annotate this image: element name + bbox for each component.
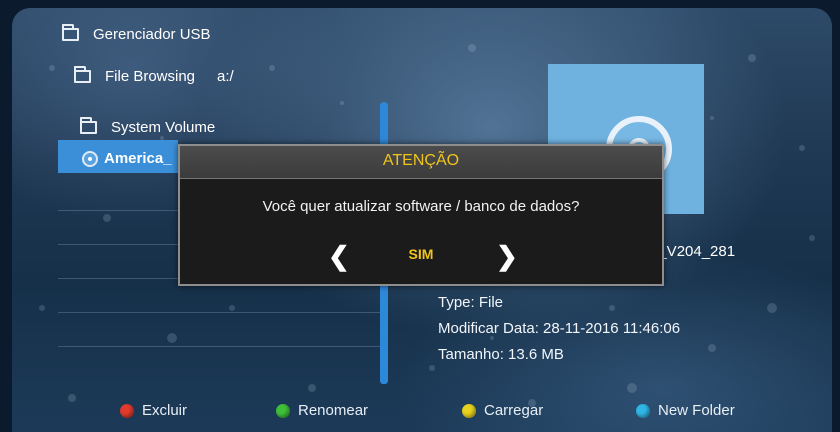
footer-key-new-folder[interactable]: New Folder — [636, 402, 735, 419]
folder-icon — [62, 24, 79, 41]
file-browsing-label: File Browsing — [105, 68, 196, 85]
dialog-title: ATENÇÃO — [180, 146, 662, 179]
disc-icon — [82, 150, 98, 167]
list-item-america[interactable]: America_ — [82, 150, 172, 167]
green-key-icon — [276, 403, 290, 418]
page-title: Gerenciador USB — [93, 26, 211, 43]
folder-icon — [74, 66, 91, 83]
footer-key-renomear[interactable]: Renomear — [276, 402, 368, 419]
option-value[interactable]: SIM — [180, 246, 662, 262]
footer-key-excluir[interactable]: Excluir — [120, 402, 187, 419]
list-divider — [58, 312, 380, 313]
file-modified-date: Modificar Data: 28-11-2016 11:46:06 — [438, 320, 681, 337]
list-item-system-volume[interactable]: System Volume — [80, 117, 216, 136]
list-item-label: System Volume — [111, 119, 216, 136]
footer-key-label: Excluir — [142, 402, 188, 419]
current-path: a:/ — [217, 68, 234, 85]
file-browsing-row: File Browsing a:/ — [74, 66, 234, 85]
footer-key-carregar[interactable]: Carregar — [462, 402, 543, 419]
usb-manager-title-row: Gerenciador USB — [62, 24, 211, 43]
yellow-key-icon — [462, 403, 476, 418]
blue-key-icon — [636, 403, 650, 418]
confirm-dialog: ATENÇÃO Você quer atualizar software / b… — [178, 144, 664, 286]
option-selector[interactable]: ❮ SIM ❯ — [180, 243, 662, 269]
file-type: Type: File — [438, 294, 504, 311]
list-divider — [58, 346, 380, 347]
dialog-message: Você quer atualizar software / banco de … — [262, 198, 580, 215]
chevron-right-icon[interactable]: ❯ — [496, 243, 518, 269]
footer-key-label: Renomear — [298, 402, 369, 419]
red-key-icon — [120, 403, 134, 418]
footer-key-label: New Folder — [658, 402, 735, 419]
footer-key-label: Carregar — [484, 402, 544, 419]
folder-icon — [80, 117, 97, 134]
list-item-label: America_ — [104, 150, 172, 167]
file-size: Tamanho: 13.6 MB — [438, 346, 564, 363]
